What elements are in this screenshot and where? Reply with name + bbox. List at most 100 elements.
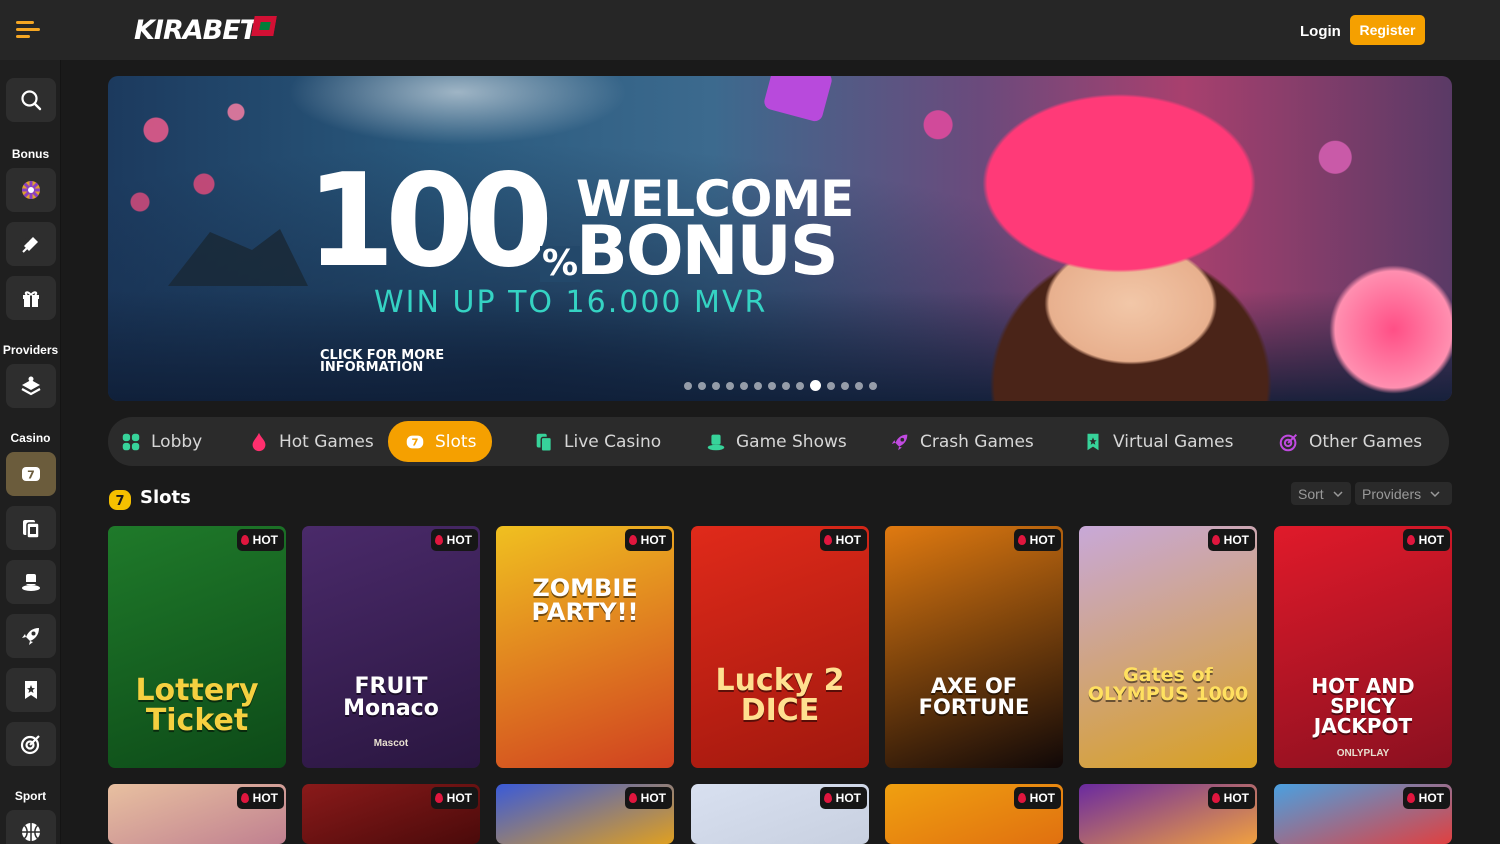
sidebar-item-providers[interactable]	[6, 364, 56, 408]
sidebar-item-wheel[interactable]	[6, 168, 56, 212]
hot-badge-label: HOT	[1029, 533, 1055, 547]
hot-badge: HOT	[624, 787, 672, 809]
tab-lobby[interactable]: Lobby	[120, 421, 202, 462]
bookmark-star-icon	[25, 681, 37, 699]
hot-badge: HOT	[819, 529, 867, 551]
game-tile[interactable]: HOT	[885, 784, 1063, 844]
gift-icon	[23, 291, 39, 307]
tab-label: Game Shows	[736, 431, 847, 452]
hot-badge: HOT	[236, 529, 284, 551]
tab-label: Virtual Games	[1113, 431, 1234, 452]
game-tile[interactable]: HOT ZOMBIE PARTY!!	[496, 526, 674, 768]
search-button[interactable]	[6, 78, 56, 122]
carousel-dot[interactable]	[698, 381, 706, 390]
hot-badge-label: HOT	[446, 791, 472, 805]
hot-badge-label: HOT	[252, 533, 278, 547]
svg-text:7: 7	[115, 494, 124, 509]
chevron-down-icon	[1430, 490, 1440, 497]
tab-label: Crash Games	[920, 431, 1034, 452]
bookmark-star-icon	[1087, 433, 1099, 450]
brand-logo[interactable]: KIRABET	[134, 14, 277, 46]
game-title: HOT AND SPICY JACKPOT	[1311, 674, 1415, 738]
tab-other-games[interactable]: Other Games	[1278, 421, 1422, 462]
category-nav: Lobby Hot Games 7 Slots Live Casino Game Show…	[108, 417, 1449, 466]
tab-hot-games[interactable]: Hot Games	[248, 421, 374, 462]
hot-badge-label: HOT	[1223, 533, 1249, 547]
game-tile[interactable]: HOT Lucky 2 DICE	[691, 526, 869, 768]
sidebar-item-slots[interactable]: 7	[6, 452, 56, 496]
sidebar-item-crash-games[interactable]	[6, 614, 56, 658]
slot-icon: 7	[406, 435, 424, 448]
login-button[interactable]: Login	[1290, 17, 1351, 45]
carousel-dot[interactable]	[869, 381, 877, 390]
hot-badge: HOT	[624, 529, 672, 551]
game-tile[interactable]: HOT	[496, 784, 674, 844]
game-tile[interactable]: HOT HOT AND SPICY JACKPOT ONLYPLAY	[1274, 526, 1452, 768]
game-tile[interactable]: HOT AXE OF FORTUNE	[885, 526, 1063, 768]
sidebar-item-other-games[interactable]	[6, 722, 56, 766]
tab-live-casino[interactable]: Live Casino	[533, 421, 661, 462]
game-tile[interactable]: HOT FRUIT Monaco Mascot	[302, 526, 480, 768]
tab-game-shows[interactable]: Game Shows	[705, 421, 847, 462]
carousel-dot[interactable]	[726, 381, 734, 390]
flame-icon	[823, 535, 832, 545]
sidebar-item-sport[interactable]	[6, 810, 56, 844]
sort-dropdown[interactable]: Sort	[1291, 482, 1351, 505]
hot-badge-label: HOT	[1418, 533, 1444, 547]
hot-badge: HOT	[1402, 787, 1450, 809]
carousel-dot[interactable]	[754, 381, 762, 390]
carousel-dot[interactable]	[855, 381, 863, 390]
live-cards-icon	[23, 520, 40, 539]
game-tile[interactable]: HOT Gates of OLYMPUS 1000	[1079, 526, 1257, 768]
sort-label: Sort	[1298, 485, 1324, 502]
register-button[interactable]: Register	[1350, 15, 1425, 45]
game-tile[interactable]: HOT	[1274, 784, 1452, 844]
live-cards-icon	[536, 433, 553, 452]
flame-icon	[1017, 535, 1026, 545]
sidebar-item-live-casino[interactable]	[6, 506, 56, 550]
sidebar-item-virtual-games[interactable]	[6, 668, 56, 712]
carousel-dot[interactable]	[740, 381, 748, 390]
search-icon	[21, 90, 42, 111]
carousel-dot[interactable]	[768, 381, 776, 390]
carousel-dot[interactable]	[684, 381, 692, 390]
promo-banner[interactable]: 100 % WELCOME BONUS WIN UP TO 16.000 MVR…	[108, 76, 1452, 401]
tab-slots[interactable]: 7 Slots	[388, 421, 493, 462]
grid-icon	[122, 433, 140, 450]
carousel-dot[interactable]	[796, 381, 804, 390]
carousel-dot[interactable]	[782, 381, 790, 390]
hot-badge: HOT	[430, 787, 478, 809]
ticket-icon	[22, 237, 38, 253]
hot-badge-label: HOT	[1223, 791, 1249, 805]
game-tile[interactable]: HOT Lottery Ticket	[108, 526, 286, 768]
slot-icon: 7	[22, 467, 40, 482]
providers-dropdown[interactable]: Providers	[1355, 482, 1452, 505]
banner-cta[interactable]: CLICK FOR MORE INFORMATION	[320, 349, 444, 374]
svg-text:7: 7	[411, 437, 418, 448]
carousel-dot[interactable]	[810, 380, 821, 391]
sidebar-item-game-shows[interactable]	[6, 560, 56, 604]
game-tile[interactable]: HOT	[691, 784, 869, 844]
flame-icon	[252, 432, 266, 451]
game-tile[interactable]: HOT	[1079, 784, 1257, 844]
game-title: ZOMBIE PARTY!!	[531, 574, 639, 626]
slot-icon: 7	[109, 490, 131, 510]
section-title: Slots	[140, 487, 191, 508]
game-title: FRUIT Monaco	[343, 674, 439, 721]
carousel-dot[interactable]	[827, 381, 835, 390]
hot-badge-label: HOT	[1029, 791, 1055, 805]
sidebar-item-tickets[interactable]	[6, 222, 56, 266]
tab-crash-games[interactable]: Crash Games	[889, 421, 1034, 462]
game-tile[interactable]: HOT	[108, 784, 286, 844]
game-title: Lucky 2 DICE	[715, 663, 845, 728]
carousel-dot[interactable]	[712, 381, 720, 390]
sidebar-section-providers: Providers	[2, 343, 59, 357]
hot-badge-label: HOT	[252, 791, 278, 805]
banner-percent: %	[540, 243, 581, 284]
game-tile[interactable]: HOT	[302, 784, 480, 844]
carousel-dot[interactable]	[841, 381, 849, 390]
sidebar-item-gifts[interactable]	[6, 276, 56, 320]
flame-icon	[240, 793, 249, 803]
menu-icon[interactable]	[16, 19, 44, 41]
tab-virtual-games[interactable]: Virtual Games	[1082, 421, 1233, 462]
